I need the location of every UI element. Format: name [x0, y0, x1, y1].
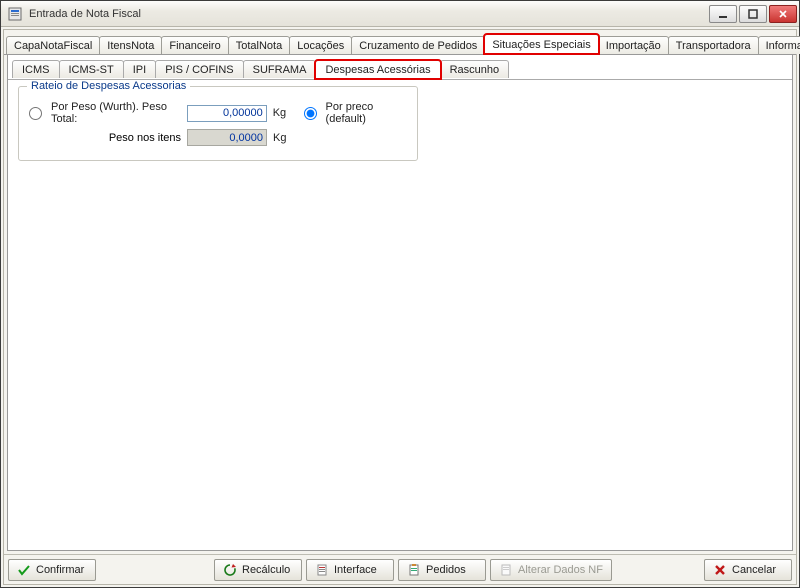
main-tabstrip: CapaNotaFiscalItensNotaFinanceiroTotalNo…: [4, 30, 796, 55]
label-por-peso: Por Peso (Wurth). Peso Total:: [51, 101, 181, 125]
main-tab-6[interactable]: Situações Especiais: [484, 34, 598, 54]
refresh-icon: [223, 563, 237, 577]
main-tab-2[interactable]: Financeiro: [161, 36, 228, 54]
pedidos-label: Pedidos: [426, 564, 466, 576]
sub-tab-0[interactable]: ICMS: [12, 60, 60, 78]
interface-button[interactable]: Interface: [306, 559, 394, 581]
label-por-preco: Por preco (default): [326, 101, 407, 125]
window-title: Entrada de Nota Fiscal: [29, 8, 709, 20]
input-peso-total[interactable]: [187, 105, 267, 122]
radio-por-preco[interactable]: [304, 107, 317, 120]
row-por-peso: Por Peso (Wurth). Peso Total: Kg Por pre…: [29, 101, 407, 125]
maximize-button[interactable]: [739, 5, 767, 23]
confirmar-label: Confirmar: [36, 564, 84, 576]
main-window: Entrada de Nota Fiscal CapaNotaFiscalIte…: [0, 0, 800, 588]
minimize-button[interactable]: [709, 5, 737, 23]
row-peso-itens: Peso nos itens Kg: [29, 129, 407, 146]
main-tab-7[interactable]: Importação: [598, 36, 669, 54]
titlebar: Entrada de Nota Fiscal: [1, 1, 799, 27]
recalculo-button[interactable]: Recálculo: [214, 559, 302, 581]
input-peso-itens: [187, 129, 267, 146]
cancelar-button[interactable]: Cancelar: [704, 559, 792, 581]
main-tab-3[interactable]: TotalNota: [228, 36, 290, 54]
client-area: CapaNotaFiscalItensNotaFinanceiroTotalNo…: [3, 29, 797, 585]
interface-label: Interface: [334, 564, 377, 576]
pedidos-button[interactable]: Pedidos: [398, 559, 486, 581]
sub-tabstrip: ICMSICMS-STIPIPIS / COFINSSUFRAMADespesa…: [8, 55, 792, 80]
cancel-icon: [713, 563, 727, 577]
unit-peso-total: Kg: [273, 107, 286, 119]
main-tab-5[interactable]: Cruzamento de Pedidos: [351, 36, 485, 54]
groupbox-title: Rateio de Despesas Acessorias: [27, 80, 190, 92]
alterar-label: Alterar Dados NF: [518, 564, 603, 576]
button-bar: Confirmar Recálculo Interface: [4, 554, 796, 584]
groupbox-rateio: Rateio de Despesas Acessorias Por Peso (…: [18, 86, 418, 161]
clipboard-icon: [407, 563, 421, 577]
sub-tab-2[interactable]: IPI: [123, 60, 156, 78]
main-tab-0[interactable]: CapaNotaFiscal: [6, 36, 100, 54]
check-icon: [17, 563, 31, 577]
sub-tab-5[interactable]: Despesas Acessórias: [315, 60, 440, 79]
window-controls: [709, 5, 797, 23]
app-icon: [7, 6, 23, 22]
unit-peso-itens: Kg: [273, 132, 286, 144]
sub-tab-6[interactable]: Rascunho: [440, 60, 510, 78]
cancelar-label: Cancelar: [732, 564, 776, 576]
sub-tab-3[interactable]: PIS / COFINS: [155, 60, 243, 78]
main-tab-9[interactable]: Informações Adicionais: [758, 36, 800, 54]
sub-tab-4[interactable]: SUFRAMA: [243, 60, 317, 78]
document-icon: [315, 563, 329, 577]
recalculo-label: Recálculo: [242, 564, 290, 576]
confirmar-button[interactable]: Confirmar: [8, 559, 96, 581]
tabpage-situacoes-especiais: ICMSICMS-STIPIPIS / COFINSSUFRAMADespesa…: [7, 55, 793, 551]
subpage-despesas-acessorias: Rateio de Despesas Acessorias Por Peso (…: [8, 80, 792, 550]
alterar-dados-button[interactable]: Alterar Dados NF: [490, 559, 612, 581]
radio-por-peso[interactable]: [29, 107, 42, 120]
sub-tab-1[interactable]: ICMS-ST: [59, 60, 124, 78]
label-peso-itens: Peso nos itens: [29, 132, 181, 144]
main-tab-1[interactable]: ItensNota: [99, 36, 162, 54]
close-button[interactable]: [769, 5, 797, 23]
main-tab-4[interactable]: Locações: [289, 36, 352, 54]
main-tab-8[interactable]: Transportadora: [668, 36, 759, 54]
edit-doc-icon: [499, 563, 513, 577]
